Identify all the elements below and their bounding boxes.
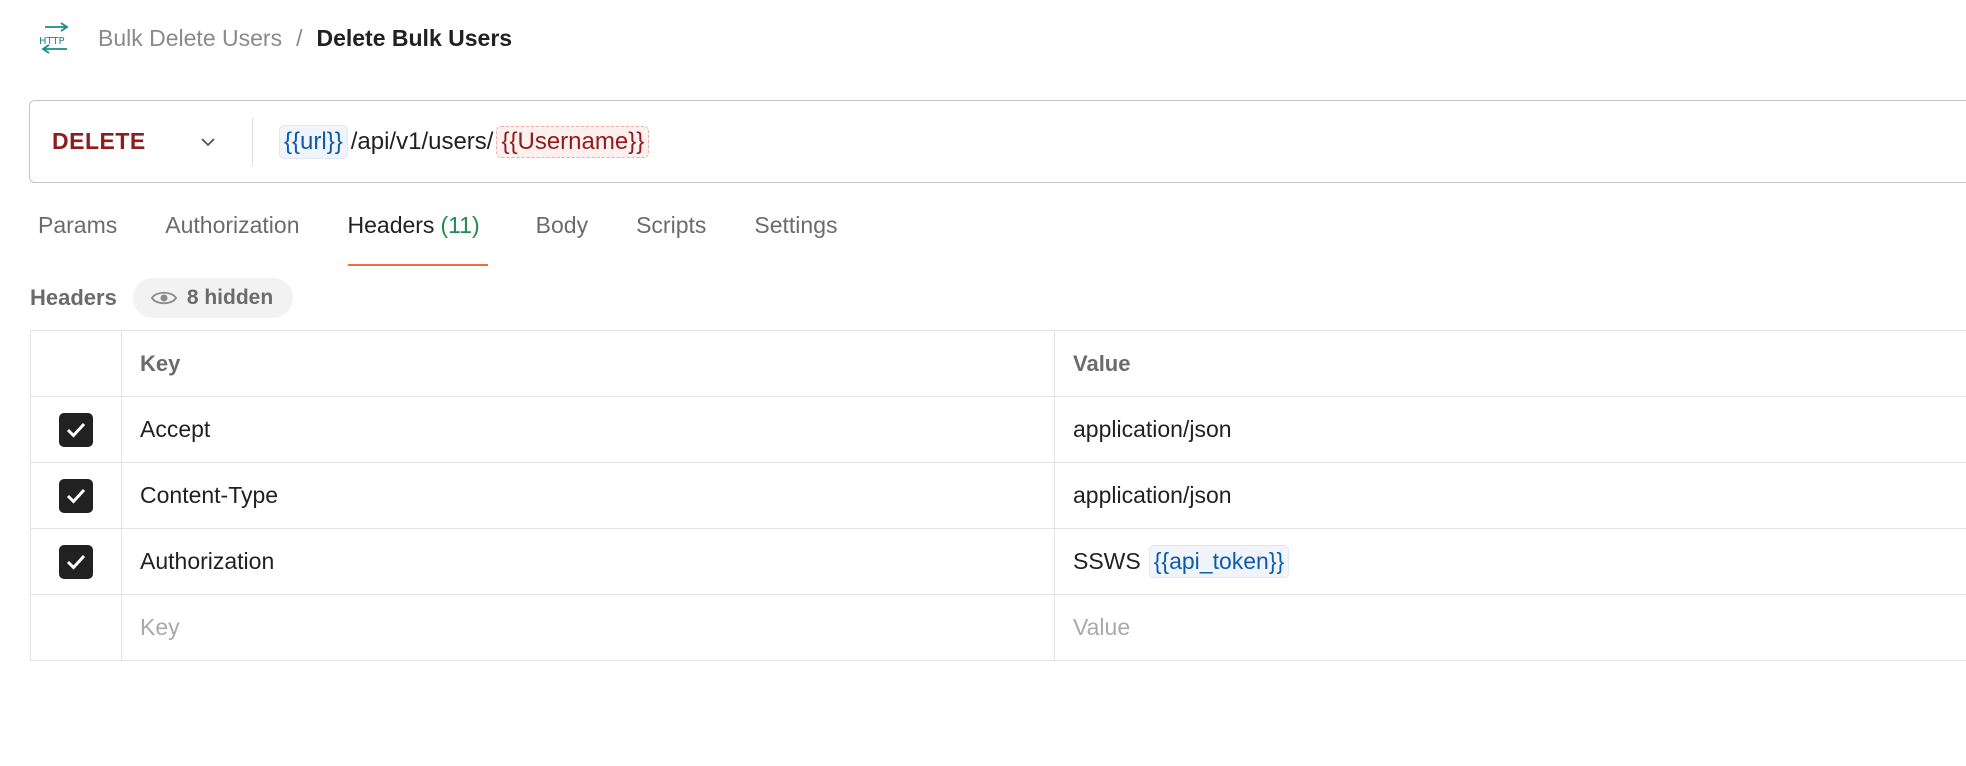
tab-params[interactable]: Params (38, 212, 117, 266)
tab-label: Settings (754, 212, 838, 238)
url-variable[interactable]: {{url}} (279, 124, 348, 159)
check-cell (31, 595, 122, 660)
value-variable[interactable]: {{api_token}} (1148, 545, 1290, 578)
breadcrumb-separator: / (296, 24, 303, 51)
tab-headers[interactable]: Headers (11) (347, 212, 488, 266)
tab-count-badge: (11) (440, 212, 480, 238)
table-row: Content-Type application/json (31, 463, 1966, 529)
header-value-text: SSWS {{api_token}} (1073, 545, 1290, 578)
url-input[interactable]: {{url}} /api/v1/users/ {{Username}} (253, 101, 650, 182)
table-header-row: Key Value (31, 331, 1966, 397)
value-prefix: SSWS (1073, 548, 1141, 574)
tab-label: Authorization (165, 212, 300, 238)
header-value-cell[interactable]: SSWS {{api_token}} (1055, 529, 1966, 594)
url-bar: DELETE {{url}} /api/v1/users/ {{Username… (29, 100, 1966, 183)
checkmark-icon (66, 422, 86, 438)
check-cell (31, 529, 122, 594)
chevron-down-icon (198, 132, 218, 152)
breadcrumb-parent[interactable]: Bulk Delete Users (98, 25, 282, 52)
headers-title-row: Headers 8 hidden (30, 277, 294, 319)
url-variable-unresolved[interactable]: {{Username}} (496, 125, 650, 158)
method-label: DELETE (52, 128, 146, 154)
column-header-key: Key (122, 331, 1055, 396)
header-key-cell[interactable]: Content-Type (122, 463, 1055, 528)
tab-label: Body (535, 212, 589, 238)
column-header-value: Value (1055, 331, 1966, 396)
header-value-cell[interactable]: application/json (1055, 463, 1966, 528)
breadcrumb-current[interactable]: Delete Bulk Users (316, 25, 512, 52)
table-row: Accept application/json (31, 397, 1966, 463)
check-cell (31, 463, 122, 528)
headers-title: Headers (30, 285, 117, 310)
hidden-count-label: 8 hidden (186, 286, 274, 309)
row-checkbox[interactable] (59, 412, 93, 447)
header-check-cell (31, 331, 122, 396)
headers-table: Key Value Accept application/json Conten… (30, 330, 1966, 661)
header-value-cell[interactable]: application/json (1055, 397, 1966, 462)
row-checkbox[interactable] (59, 478, 93, 513)
request-editor: HTTP Bulk Delete Users / Delete Bulk Use… (0, 0, 1966, 766)
tab-label: Params (38, 212, 118, 238)
checkmark-icon (66, 488, 86, 504)
request-tabs: Params Authorization Headers (11) Body Sc… (38, 212, 885, 266)
method-select[interactable]: DELETE (30, 101, 252, 182)
header-key-cell[interactable]: Accept (122, 397, 1055, 462)
eye-icon (150, 289, 177, 307)
hidden-headers-toggle[interactable]: 8 hidden (132, 278, 294, 318)
table-row: Authorization SSWS {{api_token}} (31, 529, 1966, 595)
new-key-input[interactable]: Key (122, 595, 1055, 660)
new-header-row: Key Value (31, 595, 1966, 661)
svg-text:HTTP: HTTP (39, 36, 65, 47)
tab-scripts[interactable]: Scripts (636, 212, 706, 266)
url-path: /api/v1/users/ (350, 127, 494, 155)
breadcrumb: HTTP Bulk Delete Users / Delete Bulk Use… (37, 20, 512, 56)
tab-label: Scripts (636, 212, 707, 238)
new-value-input[interactable]: Value (1055, 595, 1966, 660)
tab-authorization[interactable]: Authorization (165, 212, 299, 266)
header-key-cell[interactable]: Authorization (122, 529, 1055, 594)
row-checkbox[interactable] (59, 544, 93, 579)
tab-body[interactable]: Body (536, 212, 588, 266)
http-icon: HTTP (37, 21, 73, 55)
tab-label: Headers (347, 212, 435, 238)
check-cell (31, 397, 122, 462)
checkmark-icon (66, 554, 86, 570)
tab-settings[interactable]: Settings (754, 212, 837, 266)
